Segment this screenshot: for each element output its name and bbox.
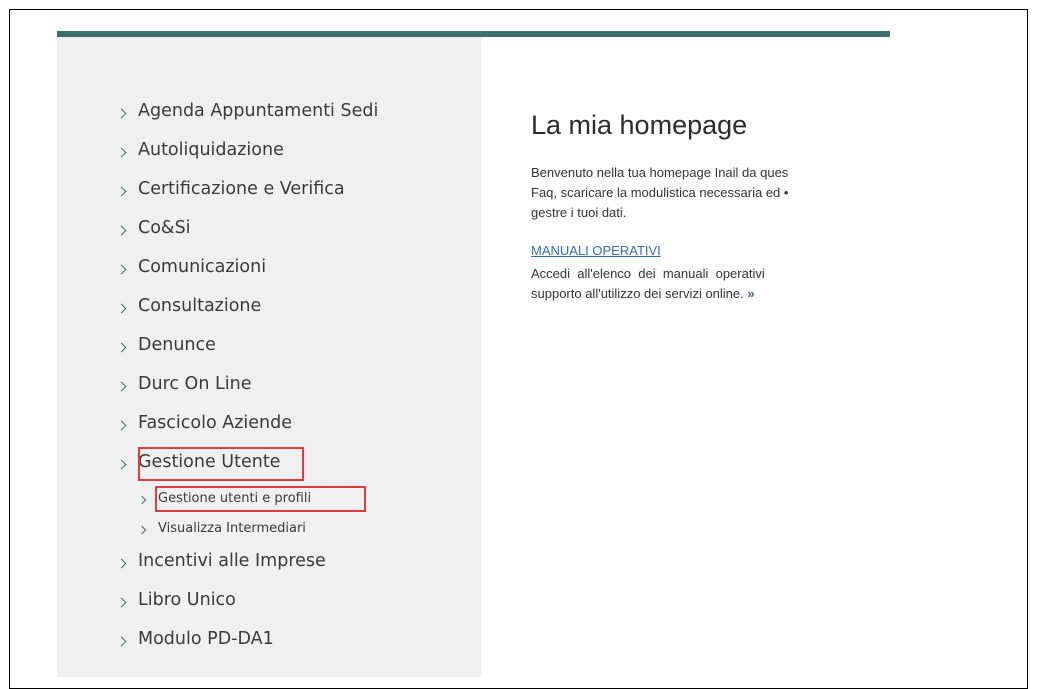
sidebar	[57, 37, 481, 677]
sidebar-item-label: Gestione utenti e profili	[158, 491, 312, 506]
intro-text: Benvenuto nella tua homepage Inail da qu…	[531, 163, 890, 223]
sidebar-item-label: Durc On Line	[138, 374, 252, 394]
manuali-line: supporto all'utilizzo dei servizi online…	[531, 286, 744, 301]
sidebar-item-label: Incentivi alle Imprese	[138, 551, 326, 571]
sidebar-item-label: Autoliquidazione	[138, 140, 284, 160]
sidebar-item-label: Co&Si	[138, 218, 191, 238]
sidebar-item-label: Modulo PD-DA1	[138, 629, 274, 649]
intro-line: Faq, scaricare la modulistica necessaria…	[531, 185, 789, 200]
manuali-description: Accedi all'elenco dei manuali operativi …	[531, 264, 890, 304]
sidebar-item-label: Comunicazioni	[138, 257, 267, 277]
manuali-line: Accedi all'elenco dei manuali operativi	[531, 266, 765, 281]
main-content: La mia homepage Benvenuto nella tua home…	[531, 110, 890, 304]
intro-line: Benvenuto nella tua homepage Inail da qu…	[531, 165, 789, 180]
page-title: La mia homepage	[531, 110, 748, 140]
sidebar-item-label: Gestione Utente	[138, 452, 281, 472]
intro-line: gestre i tuoi dati.	[531, 205, 627, 220]
sidebar-item-label: Agenda Appuntamenti Sedi	[138, 101, 379, 121]
sidebar-item-label: Certificazione e Verifica	[138, 179, 345, 199]
more-arrow-icon[interactable]: »	[747, 286, 754, 301]
sidebar-item-label: Consultazione	[138, 296, 262, 316]
sidebar-item-label: Libro Unico	[138, 590, 236, 610]
sidebar-item-label: Denunce	[138, 335, 216, 355]
sidebar-item-label: Fascicolo Aziende	[138, 413, 292, 433]
sidebar-item-label: Visualizza Intermediari	[158, 521, 306, 536]
manuali-operativi-link[interactable]: MANUALI OPERATIVI	[531, 243, 661, 258]
